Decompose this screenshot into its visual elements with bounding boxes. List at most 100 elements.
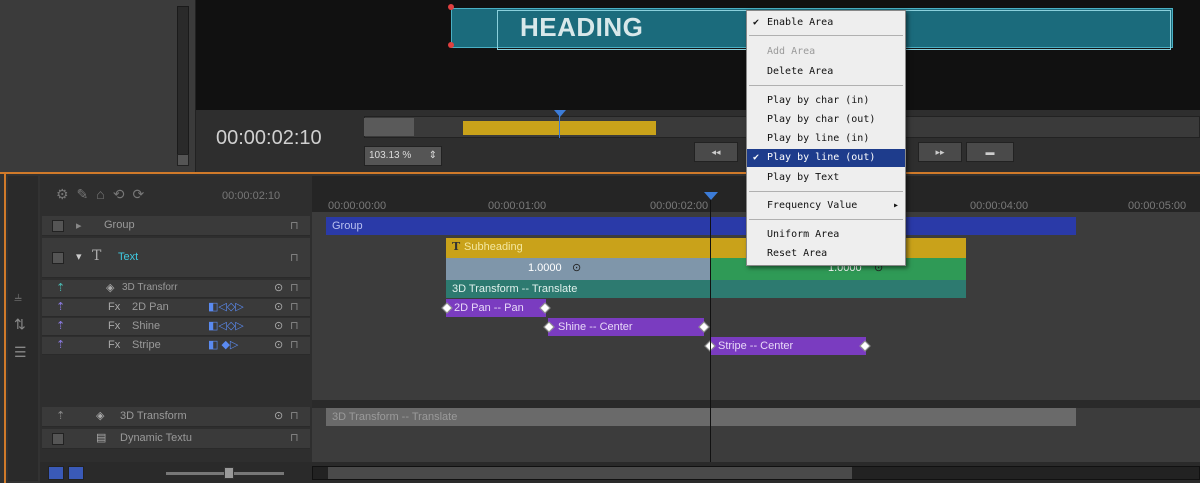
mini-playhead-marker-icon[interactable] <box>554 110 566 117</box>
track-header-dynamic-text[interactable]: ▤ Dynamic Textu ⊓ <box>42 429 310 449</box>
track-header-shine[interactable]: ⇡ Fx Shine ◧◁◇▷ ⊙ ⊓ <box>42 318 310 336</box>
dynamic-text-icon: ▤ <box>96 432 107 444</box>
track-label: 3D Transform <box>120 410 187 422</box>
menu-divider <box>749 191 903 192</box>
track-header-group[interactable]: ▸ Group ⊓ <box>42 216 310 236</box>
track-header-text[interactable]: ▾ T Text ⊓ <box>42 238 310 278</box>
check-icon: ✔ <box>753 152 760 163</box>
timeline-tool-icons[interactable]: ⚙✎⌂⟲⟳ <box>56 186 152 203</box>
lock-icon[interactable]: ⊓ <box>290 300 299 313</box>
clip-label: Stripe -- Center <box>718 340 794 352</box>
track-header-3d-transform[interactable]: ⇡ ◈ 3D Transforr ⊙ ⊓ <box>42 280 310 298</box>
effect-icon: ⇡ <box>56 320 66 332</box>
menu-label: Play by char (in) <box>767 95 870 106</box>
cube-icon: ◈ <box>106 282 115 294</box>
view-mode-button-1[interactable] <box>48 466 64 480</box>
menu-label: Play by line (out) <box>767 152 876 163</box>
effect-icon: ⇡ <box>56 301 66 313</box>
menu-item-play-by-text[interactable]: Play by Text <box>747 169 905 187</box>
horizontal-scroll-thumb[interactable] <box>328 467 852 479</box>
play-icon[interactable]: ⊙ <box>274 319 283 332</box>
track-label: Shine <box>132 320 161 332</box>
track-header-stripe[interactable]: ⇡ Fx Stripe ◧ ◆▷ ⊙ ⊓ <box>42 337 310 355</box>
transform-bottom-clip[interactable]: 3D Transform -- Translate <box>326 408 1076 426</box>
track-header-3d-transform-bottom[interactable]: ⇡ ◈ 3D Transform ⊙ ⊓ <box>42 407 310 427</box>
pan-clip[interactable]: 2D Pan -- Pan <box>446 299 546 317</box>
scroll-down-button[interactable] <box>177 154 189 166</box>
clip-label: Shine -- Center <box>558 321 633 333</box>
keyframe-nav-icons[interactable]: ◧◁◇▷ <box>208 300 244 313</box>
menu-item-uniform-area[interactable]: Uniform Area <box>747 226 905 244</box>
area-clip-in[interactable]: 1.0000 ⊙ <box>446 258 710 280</box>
visibility-icon[interactable] <box>52 433 64 445</box>
menu-item-play-char-out[interactable]: Play by char (out) <box>747 111 905 129</box>
lock-icon[interactable]: ⊓ <box>290 338 299 351</box>
expand-icon[interactable]: ▸ <box>76 219 82 232</box>
preview-side-panel <box>0 0 196 172</box>
text-type-icon: T <box>452 240 465 253</box>
menu-item-frequency-value[interactable]: Frequency Value ▸ <box>747 197 905 215</box>
visibility-icon[interactable] <box>52 252 64 264</box>
stripe-clip[interactable]: Stripe -- Center <box>710 337 866 355</box>
clip-label: 3D Transform -- Translate <box>452 283 578 295</box>
menu-label: Play by Text <box>767 172 840 183</box>
effect-icon: ⇡ <box>56 282 66 294</box>
lock-icon[interactable]: ⊓ <box>290 431 299 444</box>
fx-label: Fx <box>108 339 121 351</box>
resize-handle[interactable] <box>448 4 454 10</box>
visibility-icon[interactable] <box>52 220 64 232</box>
play-icon[interactable]: ⊙ <box>274 409 283 422</box>
effect-icon: ⇡ <box>56 410 66 422</box>
lock-icon[interactable]: ⊓ <box>290 319 299 332</box>
cube-icon: ◈ <box>96 410 105 422</box>
keyframe-nav-icons[interactable]: ◧ ◆▷ <box>208 338 238 351</box>
shine-clip[interactable]: Shine -- Center <box>548 318 704 336</box>
playhead-line[interactable] <box>710 196 711 466</box>
menu-label: Reset Area <box>767 248 828 259</box>
view-mode-button-2[interactable] <box>68 466 84 480</box>
ruler-tick: 00:00:01:00 <box>488 200 547 212</box>
menu-item-play-line-out[interactable]: ✔ Play by line (out) <box>747 149 905 167</box>
ruler-tick: 00:00:02:00 <box>650 200 709 212</box>
track-header-2d-pan[interactable]: ⇡ Fx 2D Pan ◧◁◇▷ ⊙ ⊓ <box>42 299 310 317</box>
play-icon[interactable]: ⊙ <box>274 281 283 294</box>
previous-button[interactable]: ◂◂ <box>694 142 738 162</box>
timeline-zoom-thumb[interactable] <box>224 467 234 479</box>
menu-item-delete-area[interactable]: Delete Area <box>747 63 905 81</box>
ruler-tick: 00:00:04:00 <box>970 200 1029 212</box>
heading-text: HEADING <box>520 12 644 42</box>
check-icon: ✔ <box>753 17 760 28</box>
spin-icon[interactable]: ⇕ <box>429 150 437 161</box>
menu-item-enable-area[interactable]: ✔ Enable Area <box>747 14 905 32</box>
zoom-field[interactable]: 103.13 % ⇕ <box>364 146 442 166</box>
menu-divider <box>749 85 903 86</box>
menu-item-reset-area[interactable]: Reset Area <box>747 245 905 263</box>
transform-clip[interactable]: 3D Transform -- Translate <box>446 280 966 298</box>
menu-label: Uniform Area <box>767 229 840 240</box>
menu-item-play-char-in[interactable]: Play by char (in) <box>747 92 905 110</box>
lock-icon[interactable]: ⊓ <box>290 219 299 232</box>
lock-icon[interactable]: ⊓ <box>290 251 299 264</box>
group-clip[interactable]: Group <box>326 217 1076 235</box>
loop-button[interactable]: ▬ <box>966 142 1014 162</box>
preview-scrollbar[interactable] <box>177 6 189 166</box>
menu-item-play-line-in[interactable]: Play by line (in) <box>747 130 905 148</box>
keyframe-nav-icons[interactable]: ◧◁◇▷ <box>208 319 244 332</box>
clip-label: 3D Transform -- Translate <box>332 411 458 423</box>
lock-icon[interactable]: ⊓ <box>290 281 299 294</box>
zoom-value: 103.13 % <box>369 150 412 161</box>
next-button[interactable]: ▸▸ <box>918 142 962 162</box>
align-icon[interactable]: ⫨ <box>14 288 22 305</box>
menu-label: Play by char (out) <box>767 114 876 125</box>
collapse-icon[interactable]: ▾ <box>76 250 82 263</box>
lock-icon[interactable]: ⊓ <box>290 409 299 422</box>
play-icon[interactable]: ⊙ <box>572 261 581 274</box>
resize-handle[interactable] <box>448 42 454 48</box>
playhead-marker-icon[interactable] <box>704 192 718 200</box>
swap-icon[interactable]: ⇅ <box>14 316 26 333</box>
play-icon[interactable]: ⊙ <box>274 300 283 313</box>
play-icon[interactable]: ⊙ <box>274 338 283 351</box>
list-icon[interactable]: ☰ <box>14 344 27 361</box>
timeline-toolbar: ⫨ ⇅ ☰ <box>8 176 38 481</box>
menu-label: Enable Area <box>767 17 834 28</box>
